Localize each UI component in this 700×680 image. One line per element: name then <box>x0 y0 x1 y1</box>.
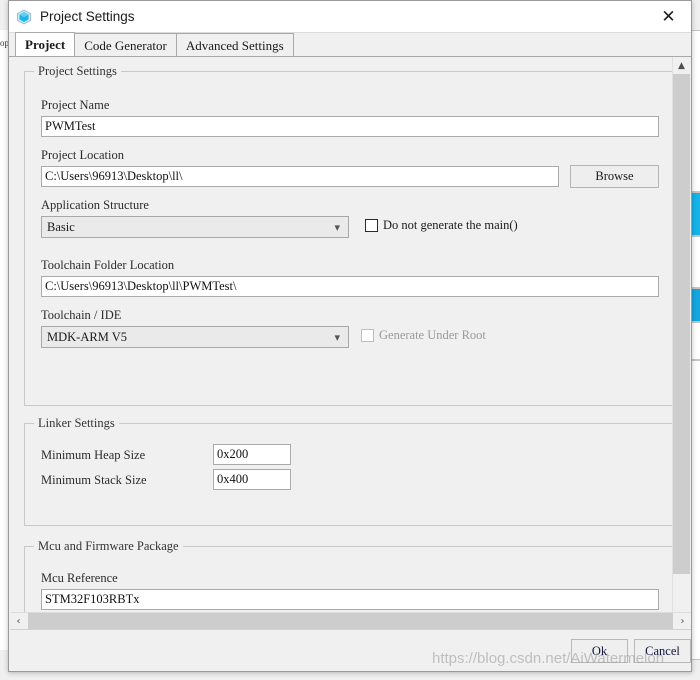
mcu-reference-label: Mcu Reference <box>41 571 118 585</box>
toolchain-folder-label: Toolchain Folder Location <box>41 258 175 272</box>
mcu-reference-input[interactable] <box>41 589 659 610</box>
dialog-title: Project Settings <box>40 9 135 24</box>
chevron-down-icon: ▾ <box>334 220 340 234</box>
dialog-content: Project Settings Project Name Project Lo… <box>9 57 691 671</box>
chevron-down-icon: ▾ <box>334 330 340 344</box>
group-project-settings: Project Settings Project Name Project Lo… <box>24 64 673 406</box>
tab-advanced-settings[interactable]: Advanced Settings <box>175 33 294 56</box>
tab-bar: Project Code Generator Advanced Settings <box>9 32 691 57</box>
minimum-heap-size-label: Minimum Heap Size <box>41 448 146 462</box>
vertical-scrollbar[interactable]: ▲ ▼ <box>672 57 690 653</box>
group-project-settings-legend: Project Settings <box>34 64 121 79</box>
cancel-button[interactable]: Cancel <box>634 639 691 663</box>
tab-project[interactable]: Project <box>15 32 76 56</box>
toolchain-ide-select[interactable]: MDK-ARM V5 ▾ <box>41 326 349 348</box>
horizontal-scrollbar[interactable]: ‹ › <box>10 612 691 630</box>
scroll-right-icon[interactable]: › <box>674 613 691 630</box>
group-mcu-firmware-legend: Mcu and Firmware Package <box>34 539 183 554</box>
application-structure-value: Basic <box>47 219 75 234</box>
project-name-input[interactable] <box>41 116 659 137</box>
toolchain-ide-label: Toolchain / IDE <box>41 308 122 322</box>
minimum-heap-size-input[interactable] <box>213 444 291 465</box>
tab-code-generator[interactable]: Code Generator <box>74 33 177 56</box>
vertical-scroll-track[interactable] <box>673 74 690 636</box>
vertical-scroll-thumb[interactable] <box>673 74 690 574</box>
do-not-generate-main-checkbox[interactable]: Do not generate the main() <box>365 218 518 233</box>
dialog-button-bar: Ok Cancel <box>10 629 691 670</box>
project-name-label: Project Name <box>41 98 110 112</box>
project-location-input[interactable] <box>41 166 559 187</box>
checkbox-icon <box>361 329 374 342</box>
scroll-up-icon[interactable]: ▲ <box>673 57 690 74</box>
screen: op C M Project Settings <box>0 0 700 680</box>
close-icon[interactable]: ✕ <box>646 1 691 32</box>
application-structure-label: Application Structure <box>41 198 149 212</box>
project-location-label: Project Location <box>41 148 124 162</box>
generate-under-root-checkbox: Generate Under Root <box>361 328 486 343</box>
checkbox-icon <box>365 219 378 232</box>
generate-under-root-label: Generate Under Root <box>379 328 486 342</box>
minimum-stack-size-label: Minimum Stack Size <box>41 473 147 487</box>
settings-pane: Project Settings Project Name Project Lo… <box>10 57 673 635</box>
scroll-left-icon[interactable]: ‹ <box>10 613 27 630</box>
do-not-generate-main-label: Do not generate the main() <box>383 218 518 232</box>
group-linker-settings-legend: Linker Settings <box>34 416 119 431</box>
application-structure-select[interactable]: Basic ▾ <box>41 216 349 238</box>
group-linker-settings: Linker Settings Minimum Heap Size Minimu… <box>24 416 673 526</box>
cube-icon <box>16 9 32 25</box>
browse-button[interactable]: Browse <box>570 165 659 188</box>
toolchain-ide-value: MDK-ARM V5 <box>47 329 127 344</box>
dialog-titlebar[interactable]: Project Settings ✕ <box>9 1 691 33</box>
project-settings-dialog: Project Settings ✕ Project Code Generato… <box>8 0 692 672</box>
horizontal-scroll-thumb[interactable] <box>28 613 673 630</box>
minimum-stack-size-input[interactable] <box>213 469 291 490</box>
ok-button[interactable]: Ok <box>571 639 628 663</box>
toolchain-folder-input[interactable] <box>41 276 659 297</box>
